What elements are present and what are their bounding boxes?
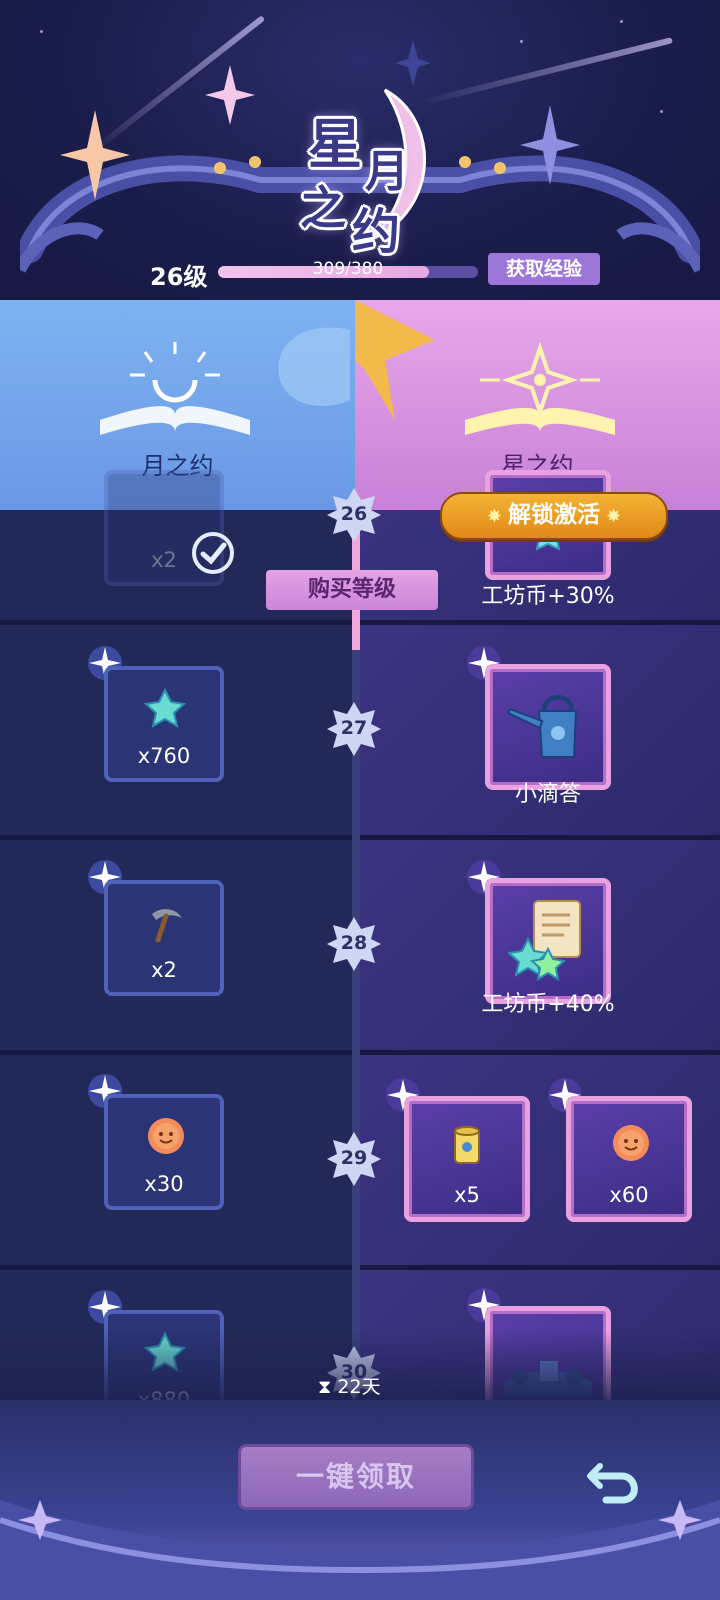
get-exp-button[interactable]: 获取经验 [488,253,600,285]
reward-quantity: x30 [144,1172,184,1196]
claimed-check-icon [192,532,234,574]
star-book-icon [465,341,615,435]
buy-level-button[interactable]: 购买等级 [266,570,438,610]
level-number: 29 [340,1147,368,1169]
unlock-activate-button[interactable]: ✸ 解锁激活 ✸ [440,492,668,540]
moon-book-icon [100,342,250,435]
hourglass-icon: ⧗ [318,1376,332,1398]
level-number: 28 [340,932,368,954]
star-dot [620,20,623,23]
spark-icon: ✸ [486,506,502,527]
premium-reward-card[interactable] [485,664,611,790]
back-arrow-icon[interactable] [584,1448,646,1510]
reward-quantity: x2 [151,958,177,982]
event-title: 星 月 之 约 [270,80,450,260]
claim-all-button[interactable]: 一键领取 [238,1444,474,1510]
exp-progress-text: 309/380 [312,259,384,279]
star-dot [660,110,663,113]
sparkle-star-icon [60,110,130,200]
event-timer: ⧗ 22天 [318,1372,381,1399]
free-reward-card[interactable]: x2 [104,880,224,996]
wave-ornament [278,327,350,406]
paint-jar-icon [454,1126,480,1164]
premium-reward-label: 小滴答 [514,782,581,807]
premium-reward-card[interactable]: x60 [566,1096,692,1222]
level-node-28: 28 [325,915,383,973]
sun-token-icon [613,1125,649,1161]
level-node-29: 29 [325,1130,383,1188]
reward-quantity: x5 [454,1183,480,1207]
spark-icon: ✸ [606,506,622,527]
level-node-26: 26 [325,486,383,544]
reward-quantity: x760 [137,744,191,768]
sparkle-star-icon [520,105,580,185]
premium-reward-card[interactable]: x5 [404,1096,530,1222]
star-gem-icon [144,688,186,728]
current-level: 26级 [150,263,208,291]
pickaxe-icon [152,909,182,943]
gem-scroll-icon [508,900,581,981]
star-dot [40,30,43,33]
title-char: 星 [308,112,362,176]
title-char: 约 [352,204,401,260]
title-char: 月 [365,146,409,197]
level-number: 26 [340,503,368,525]
level-number: 27 [340,717,368,739]
timer-text: 22天 [337,1376,381,1398]
premium-reward-label: 工坊币+40% [481,992,615,1017]
sun-token-icon [148,1118,184,1154]
free-reward-card[interactable]: x30 [104,1094,224,1210]
unlock-label: 解锁激活 [508,502,600,528]
sparkle-star-icon [205,65,255,125]
shooting-star-streak [419,37,674,106]
header-banner: 星 月 之 约 26级 309/380 获取经验 [0,0,720,300]
title-char: 之 [300,181,346,235]
free-reward-card[interactable]: x760 [104,666,224,782]
reward-quantity: x60 [609,1183,649,1207]
gold-star-ornament [355,300,435,420]
watering-can-icon [506,695,578,758]
premium-reward-label: 工坊币+30% [481,584,615,609]
star-dot [520,40,523,43]
level-node-27: 27 [325,700,383,758]
